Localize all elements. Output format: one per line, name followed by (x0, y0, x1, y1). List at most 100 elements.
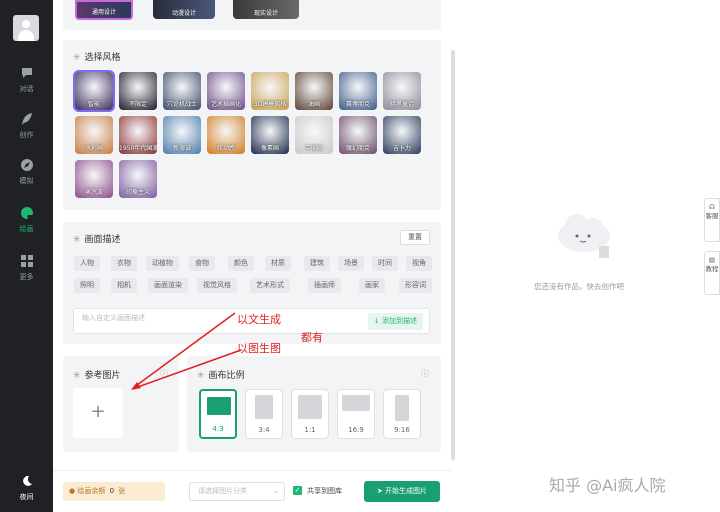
description-tag[interactable]: 形容词 (399, 278, 432, 293)
compass-icon (20, 159, 33, 171)
style-section-title: ✳ 选择风格 (73, 53, 121, 63)
sidebar-item-more[interactable]: 更多 (0, 254, 53, 290)
style-option[interactable]: 智能 (73, 70, 115, 112)
description-tag[interactable]: 衣物 (111, 256, 137, 271)
sidebar-item-simulate[interactable]: 模拟 (0, 158, 53, 194)
style-option[interactable]: 水彩画 (75, 116, 113, 154)
watermark: 知乎 @Ai疯人院 (549, 476, 666, 495)
style-option[interactable]: 艺术插画化 (207, 72, 245, 110)
ratio-option-16-9[interactable]: 16:9 (337, 389, 375, 439)
description-tag[interactable]: 颜色 (228, 256, 254, 271)
coin-icon: ● (69, 487, 76, 495)
description-tag[interactable]: 食物 (189, 256, 215, 271)
description-tag[interactable]: 动植物 (146, 256, 179, 271)
description-tag[interactable]: 相机 (111, 278, 137, 293)
description-tag[interactable]: 插画师 (308, 278, 341, 293)
palette-icon (20, 207, 33, 219)
sidebar-item-chat[interactable]: 对话 (0, 66, 53, 102)
category-select[interactable]: 请选择图片分类 ⌄ (189, 482, 285, 501)
style-option-label: 像素画 (260, 145, 279, 152)
description-tag[interactable]: 画面渲染 (148, 278, 188, 293)
customer-service-tab[interactable]: ☊ 客服 (704, 198, 720, 242)
reset-button[interactable]: 重置 (400, 230, 430, 245)
description-tag[interactable]: 材质 (265, 256, 291, 271)
style-option[interactable]: 蒸汽波 (75, 160, 113, 198)
annotation-text-to-image: 以文生成 (237, 313, 281, 326)
style-option-label: 印象主义 (125, 189, 150, 196)
description-tag[interactable]: 画家 (359, 278, 385, 293)
info-icon[interactable]: ⓘ (421, 368, 429, 379)
style-option-label: 炫动感 (216, 145, 235, 152)
style-option[interactable]: 穴论机战士 (163, 72, 201, 110)
annotation-image-to-image: 以图生图 (237, 342, 281, 355)
style-option-label: 水彩画 (84, 145, 103, 152)
share-checkbox[interactable]: ✓ (293, 486, 302, 495)
style-option-label: 3D建模风格 (253, 101, 287, 108)
avatar[interactable] (13, 15, 39, 41)
description-tag[interactable]: 视觉风格 (197, 278, 237, 293)
main-panel: 通用设计 动漫设计 现实设计 ✳ 选择风格 智能 不限定 穴论机战士 艺术插画化 3D建模… (53, 0, 451, 512)
reference-section-title: ✳ 参考图片 (73, 371, 121, 381)
top-tile-general[interactable]: 通用设计 (75, 0, 133, 20)
empty-state-text: 您还没有作品，快去创作吧 (534, 282, 624, 291)
scrollbar[interactable] (451, 50, 455, 460)
description-tag[interactable]: 场景 (338, 256, 364, 271)
top-tiles-panel: 通用设计 动漫设计 现实设计 (63, 0, 441, 30)
description-tag[interactable]: 照明 (74, 278, 100, 293)
style-option-label: 新海诚 (172, 145, 191, 152)
style-option[interactable]: 油画 (295, 72, 333, 110)
description-tag[interactable]: 人物 (74, 256, 100, 271)
style-option-label: 1950年代国潮 (119, 145, 157, 152)
style-option[interactable]: 3D建模风格 (251, 72, 289, 110)
feather-icon (21, 113, 32, 125)
upload-image-button[interactable]: + (73, 388, 123, 438)
annotation-both: 都有 (301, 331, 323, 344)
style-option-label: 魔幻朋克 (345, 145, 370, 152)
add-to-description-button[interactable]: ↓ 添加到描述 (367, 313, 423, 330)
style-option[interactable]: 吉卜力 (383, 116, 421, 154)
style-option[interactable]: 像素画 (251, 116, 289, 154)
style-option-label: 吉卜力 (392, 145, 411, 152)
style-option[interactable]: 印象主义 (119, 160, 157, 198)
style-option[interactable]: 暗黑童话 (383, 72, 421, 110)
style-option-label: 智能 (87, 101, 100, 108)
chevron-down-icon: ⌄ (273, 487, 279, 495)
style-option-label: 穴论机战士 (166, 101, 197, 108)
generate-button[interactable]: ➤ 开始生成图片 (364, 481, 440, 502)
sidebar: 对话 创作 模拟 绘画 更多 夜间 (0, 0, 53, 512)
style-option-label: 暗黑童话 (389, 101, 414, 108)
style-option[interactable]: 1950年代国潮 (119, 116, 157, 154)
night-mode-toggle[interactable]: 夜间 (0, 474, 53, 510)
style-option[interactable]: 不限定 (119, 72, 157, 110)
style-option[interactable]: 魔幻朋克 (339, 116, 377, 154)
description-tag[interactable]: 建筑 (304, 256, 330, 271)
cloud-icon (558, 214, 610, 258)
style-option-label: 艺术插画化 (210, 101, 241, 108)
tutorial-tab[interactable]: ▤ 教程 (704, 251, 720, 295)
style-option[interactable]: 新海诚 (163, 116, 201, 154)
annotation-arrows (131, 312, 242, 390)
style-panel: ✳ 选择风格 智能 不限定 穴论机战士 艺术插画化 3D建模风格 油画 赛博朋克 暗黑童话水彩画… (63, 40, 441, 210)
description-tag[interactable]: 时间 (372, 256, 398, 271)
headset-icon: ☊ (709, 203, 715, 211)
style-option[interactable]: 赛博朋克 (339, 72, 377, 110)
ratio-option-1-1[interactable]: 1:1 (291, 389, 329, 439)
style-option-label: 蒸汽波 (84, 189, 103, 196)
ratio-option-9-16[interactable]: 9:16 (383, 389, 421, 439)
chat-bubble-icon (21, 68, 32, 78)
top-tile-realistic[interactable]: 现实设计 (233, 0, 299, 19)
style-option-label: 赛博朋克 (345, 101, 370, 108)
style-option[interactable]: 中国画 (295, 116, 333, 154)
moon-icon (22, 475, 32, 486)
description-tag[interactable]: 艺术形式 (250, 278, 290, 293)
description-section-title: ✳ 画面描述 (73, 235, 121, 245)
sidebar-item-paint[interactable]: 绘画 (0, 206, 53, 242)
style-option-label: 油画 (307, 101, 320, 108)
style-option[interactable]: 炫动感 (207, 116, 245, 154)
description-tag[interactable]: 视角 (406, 256, 432, 271)
ratio-option-3-4[interactable]: 3:4 (245, 389, 283, 439)
top-tile-anime[interactable]: 动漫设计 (153, 0, 215, 19)
download-icon: ↓ (373, 317, 382, 325)
sidebar-item-create[interactable]: 创作 (0, 112, 53, 148)
style-option-label: 不限定 (128, 101, 147, 108)
